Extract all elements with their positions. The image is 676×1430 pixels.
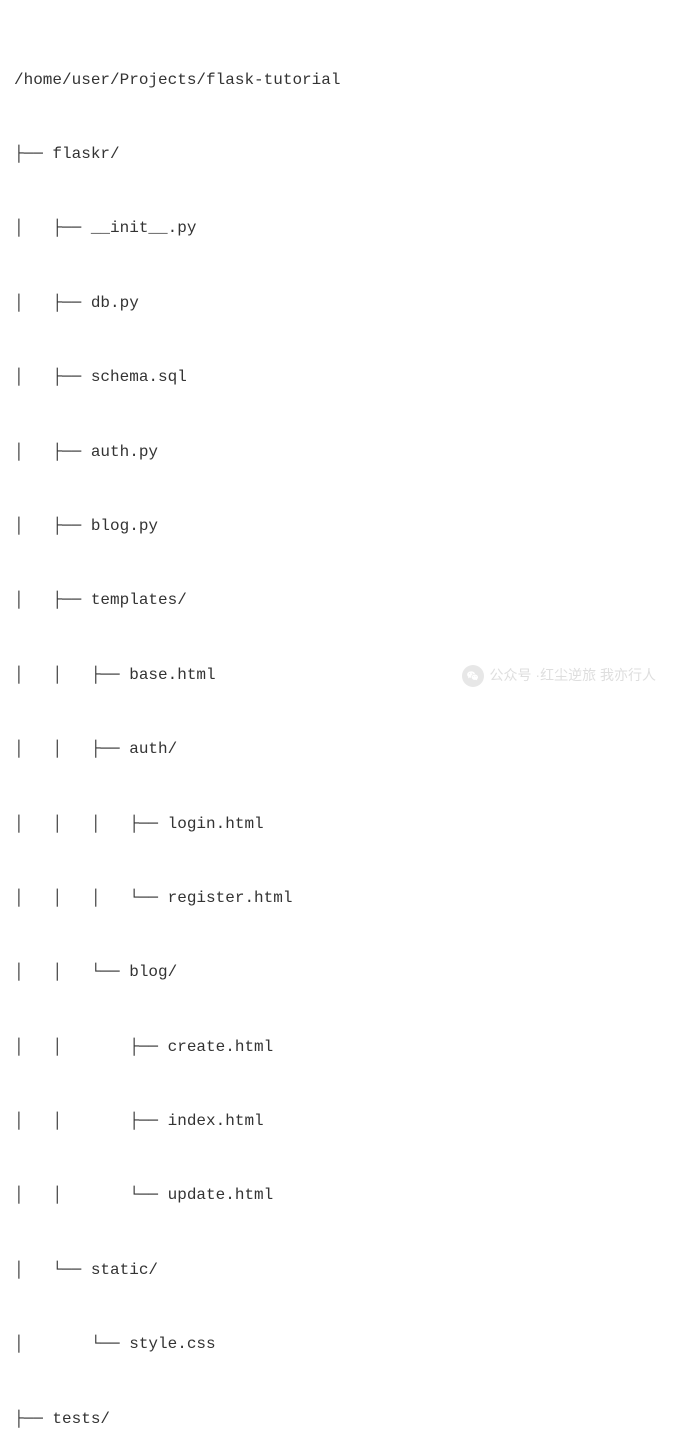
tree-line: │ ├── schema.sql <box>14 365 662 390</box>
tree-line: │ └── static/ <box>14 1258 662 1283</box>
tree-line: │ ├── templates/ <box>14 588 662 613</box>
tree-line: │ │ └── update.html <box>14 1183 662 1208</box>
tree-line: │ ├── blog.py <box>14 514 662 539</box>
watermark-prefix: 公众号 · <box>490 665 541 687</box>
wechat-icon <box>462 665 484 687</box>
tree-line: │ │ └── blog/ <box>14 960 662 985</box>
tree-line: │ │ │ ├── login.html <box>14 812 662 837</box>
tree-line: │ │ ├── index.html <box>14 1109 662 1134</box>
tree-root-path: /home/user/Projects/flask-tutorial <box>14 68 662 93</box>
tree-line: │ └── style.css <box>14 1332 662 1357</box>
tree-line: ├── flaskr/ <box>14 142 662 167</box>
tree-line: │ │ ├── auth/ <box>14 737 662 762</box>
tree-line: │ ├── db.py <box>14 291 662 316</box>
watermark-text: 红尘逆旅 我亦行人 <box>540 665 656 687</box>
directory-tree: /home/user/Projects/flask-tutorial ├── f… <box>14 18 662 1430</box>
tree-line: │ ├── __init__.py <box>14 216 662 241</box>
watermark: 公众号 · 红尘逆旅 我亦行人 <box>462 665 656 687</box>
tree-line: │ ├── auth.py <box>14 440 662 465</box>
tree-line: ├── tests/ <box>14 1407 662 1430</box>
tree-line: │ │ ├── create.html <box>14 1035 662 1060</box>
tree-line: │ │ │ └── register.html <box>14 886 662 911</box>
